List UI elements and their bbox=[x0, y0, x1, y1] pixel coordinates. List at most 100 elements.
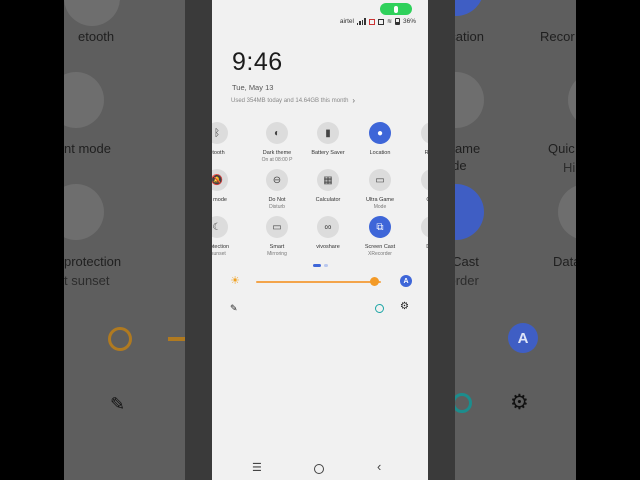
back-button[interactable]: ‹ bbox=[377, 459, 381, 474]
background-right-edge bbox=[428, 0, 455, 480]
tile-sublabel: XRecorder bbox=[368, 251, 392, 257]
recents-button[interactable]: ☰ bbox=[252, 461, 262, 474]
tile-sublabel: t sunset bbox=[212, 251, 226, 257]
brightness-slider[interactable] bbox=[256, 281, 381, 283]
tile-label: Calculator bbox=[315, 197, 341, 203]
tile-sublabel: Mode bbox=[373, 204, 387, 210]
tile-label: Ultra Game bbox=[365, 197, 395, 203]
background-user-icon bbox=[452, 393, 472, 413]
home-button[interactable] bbox=[314, 464, 324, 474]
background-label: etooth bbox=[78, 29, 115, 44]
tile-label: Recor bbox=[424, 150, 428, 156]
background-brightness-track bbox=[168, 337, 185, 341]
background-left-panel: etooth nt mode protection t sunset ✎ bbox=[64, 0, 185, 480]
tile-battery-saver[interactable]: ▮ Battery Saver bbox=[304, 122, 352, 157]
smart-mirroring-icon: ▭ bbox=[266, 216, 288, 238]
tile-label: Smart bbox=[269, 244, 285, 250]
background-bluetooth-tile bbox=[64, 0, 120, 26]
background-label: nt mode bbox=[64, 141, 111, 156]
tile-smart-mirroring[interactable]: ▭ Smart Mirroring bbox=[253, 216, 301, 257]
tile-sublabel: Disturb bbox=[269, 204, 285, 210]
tile-vivoshare[interactable]: ∞ vivoshare bbox=[304, 216, 352, 251]
tile-label: Do Not bbox=[268, 197, 286, 203]
background-quick-tile bbox=[568, 72, 576, 128]
background-settings-icon: ⚙ bbox=[510, 391, 529, 414]
do-not-disturb-icon: ⊖ bbox=[266, 169, 288, 191]
tile-label: Location bbox=[369, 150, 391, 156]
page-dot-active bbox=[313, 264, 321, 267]
data-usage-text: Used 354MB today and 14.64GB this month bbox=[231, 97, 349, 104]
tile-record[interactable]: ◉ Recor bbox=[408, 122, 428, 157]
wifi-icon: ≋ bbox=[386, 19, 392, 25]
quick-icon: ◎ bbox=[421, 169, 428, 191]
eye-protection-icon: ☾ bbox=[212, 216, 228, 238]
game-mode-icon: ▭ bbox=[369, 169, 391, 191]
tile-label: Battery Saver bbox=[311, 150, 345, 156]
tile-label: Screen Cast bbox=[364, 244, 396, 250]
tile-game-mode[interactable]: ▭ Ultra Game Mode bbox=[356, 169, 404, 210]
data-usage[interactable]: Used 354MB today and 14.64GB this month … bbox=[231, 96, 355, 105]
brightness-sun-icon: ☀ bbox=[230, 275, 240, 287]
page-dot bbox=[324, 264, 328, 267]
mic-icon bbox=[394, 5, 398, 13]
chevron-right-icon: › bbox=[352, 96, 356, 105]
carrier-name: airtel bbox=[339, 18, 354, 25]
tile-label: etooth bbox=[212, 150, 225, 156]
date: Tue, May 13 bbox=[232, 83, 274, 92]
user-icon[interactable] bbox=[375, 304, 384, 313]
background-sun-icon bbox=[108, 327, 132, 351]
network-icon bbox=[377, 18, 384, 25]
background-label: Recor bbox=[540, 29, 575, 44]
quick-settings-panel: airtel ≋ 36% 9:46 Tue, May 13 Used 354MB… bbox=[212, 0, 428, 480]
record-icon: ◉ bbox=[421, 122, 428, 144]
tile-sublabel: Hi bbox=[408, 204, 428, 210]
background-auto-brightness-icon: A bbox=[508, 323, 538, 353]
screen: etooth nt mode protection t sunset ✎ oca… bbox=[0, 0, 640, 480]
background-edit-icon: ✎ bbox=[110, 394, 126, 414]
tile-silent-mode[interactable]: 🔕 nt mode bbox=[212, 169, 241, 204]
background-left-edge bbox=[185, 0, 212, 480]
background-label: t sunset bbox=[64, 273, 110, 288]
data-icon: ⇅ bbox=[421, 216, 428, 238]
tile-bluetooth[interactable]: ᛒ etooth bbox=[212, 122, 241, 157]
tile-sublabel: On at 08:00 P bbox=[261, 157, 293, 163]
battery-icon bbox=[394, 18, 400, 25]
clock: 9:46 bbox=[232, 48, 283, 76]
tile-calculator[interactable]: ▦ Calculator bbox=[304, 169, 352, 204]
tile-location[interactable]: ● Location bbox=[356, 122, 404, 157]
dark-theme-icon: ◐ bbox=[266, 122, 288, 144]
sim-icon bbox=[368, 18, 375, 25]
background-data-tile bbox=[558, 184, 576, 240]
tile-label: vivoshare bbox=[316, 244, 340, 250]
status-bar: airtel ≋ 36% bbox=[212, 0, 428, 30]
location-icon: ● bbox=[369, 122, 391, 144]
bluetooth-icon: ᛒ bbox=[212, 122, 228, 144]
tile-screen-cast[interactable]: ⧉ Screen Cast XRecorder bbox=[356, 216, 404, 257]
screen-cast-icon: ⧉ bbox=[369, 216, 391, 238]
auto-brightness-button[interactable]: A bbox=[400, 275, 412, 287]
tile-label: Dark theme bbox=[262, 150, 292, 156]
tile-label: Quic bbox=[408, 197, 428, 204]
background-label: Quic bbox=[548, 141, 575, 156]
tile-eye-protection[interactable]: ☾ protectiont sunset bbox=[212, 216, 241, 257]
mic-in-use-indicator[interactable] bbox=[380, 3, 412, 15]
tile-label: nt mode bbox=[212, 197, 227, 203]
edit-icon[interactable]: ✎ bbox=[230, 303, 240, 313]
vivoshare-icon: ∞ bbox=[317, 216, 339, 238]
brightness-slider-handle[interactable] bbox=[370, 277, 380, 286]
background-label: Data bbox=[553, 254, 576, 269]
calculator-icon: ▦ bbox=[317, 169, 339, 191]
page-indicator bbox=[313, 264, 328, 267]
tile-quick[interactable]: ◎ QuicHi bbox=[408, 169, 428, 210]
tile-dark-theme[interactable]: ◐ Dark theme On at 08:00 P bbox=[253, 122, 301, 163]
background-moon-tile bbox=[64, 184, 104, 240]
background-silent-tile bbox=[64, 72, 104, 128]
signal-icon bbox=[356, 18, 366, 25]
tile-label: Data bbox=[408, 244, 428, 251]
background-label: protection bbox=[64, 254, 122, 269]
background-label: Hi bbox=[563, 160, 576, 175]
tile-sublabel: Mirroring bbox=[267, 251, 287, 257]
tile-data[interactable]: ⇅ Data bbox=[408, 216, 428, 251]
settings-icon[interactable]: ⚙ bbox=[400, 302, 410, 312]
tile-do-not-disturb[interactable]: ⊖ Do Not Disturb bbox=[253, 169, 301, 210]
